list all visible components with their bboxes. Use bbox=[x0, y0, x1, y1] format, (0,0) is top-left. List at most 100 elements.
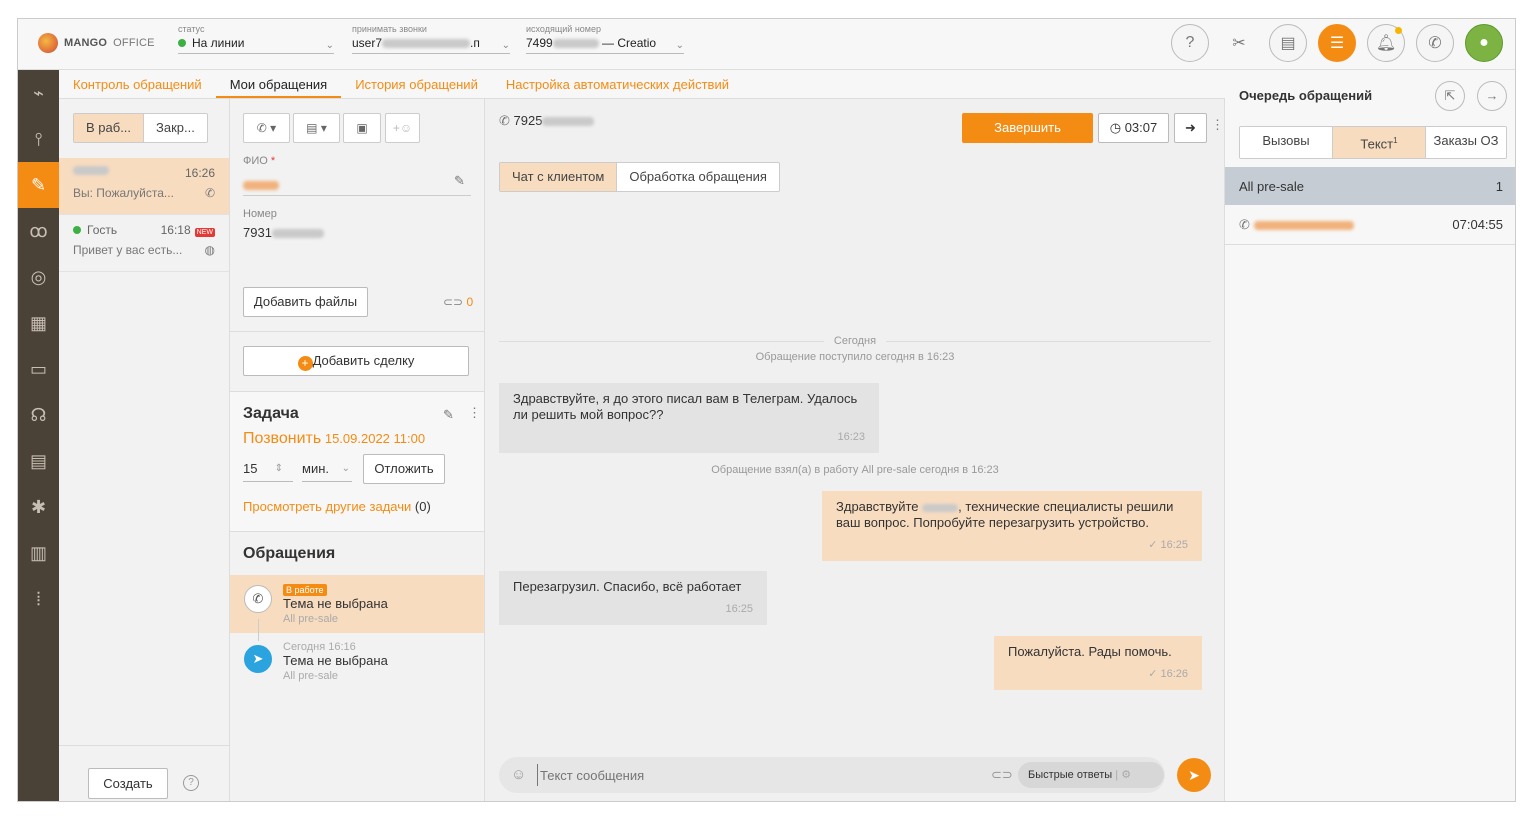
filter-closed[interactable]: Закр... bbox=[144, 114, 207, 142]
scissors-icon[interactable]: ✂ bbox=[1220, 24, 1258, 62]
tab-history[interactable]: История обращений bbox=[341, 70, 492, 98]
call-menu-button[interactable]: ✆ ▾ bbox=[243, 113, 290, 143]
more-vertical-icon[interactable]: ⋮ bbox=[1211, 117, 1224, 133]
tab-processing[interactable]: Обработка обращения bbox=[617, 163, 779, 191]
contacts-icon[interactable]: ꝏ bbox=[18, 208, 59, 254]
help-icon[interactable]: ? bbox=[183, 775, 199, 791]
send-button[interactable]: ➤ bbox=[1177, 758, 1211, 792]
tab-orders[interactable]: Заказы ОЗ bbox=[1426, 127, 1506, 159]
phone-icon[interactable]: ✆ bbox=[1416, 24, 1454, 62]
briefcase-icon[interactable]: ▭ bbox=[18, 346, 59, 392]
system-message: Обращение поступило сегодня в 16:23 bbox=[755, 351, 955, 363]
add-deal-button[interactable]: + Добавить сделку bbox=[243, 346, 469, 376]
bell-icon[interactable]: 🔔︎ bbox=[1367, 24, 1405, 62]
clipboard-icon[interactable]: ▤ bbox=[1269, 24, 1307, 62]
chat-icon[interactable]: ✎ bbox=[18, 162, 59, 208]
emoji-icon[interactable]: ☺ bbox=[511, 766, 526, 783]
clock-icon: ◷ bbox=[1109, 120, 1122, 135]
analytics-icon[interactable]: ⌁ bbox=[18, 70, 59, 116]
broadcast-icon[interactable]: ◎ bbox=[18, 254, 59, 300]
new-badge: NEW bbox=[194, 228, 215, 237]
outgoing-number-select[interactable]: исходящий номер 7499 — Creatio ⌄ bbox=[526, 24, 684, 54]
add-user-icon[interactable]: +☺ bbox=[385, 113, 420, 143]
left-nav-rail: ⌁ ⫯ ✎ ꝏ ◎ ▦ ▭ ☊ ▤ ✱ ▥ ⦙ bbox=[18, 70, 59, 801]
help-icon[interactable]: ? bbox=[1171, 24, 1209, 62]
add-files-button[interactable]: Добавить файлы bbox=[243, 287, 368, 317]
user-avatar-icon[interactable]: ● bbox=[1465, 24, 1503, 62]
tab-calls[interactable]: Вызовы bbox=[1240, 127, 1333, 159]
list-item[interactable]: Гость 16:18 NEW Привет у вас есть... ◍ bbox=[59, 215, 229, 272]
main-tabs: Контроль обращений Мои обращения История… bbox=[59, 70, 1225, 99]
message-composer: ☺ ⊂⊃ Быстрые ответы | ⚙ bbox=[499, 757, 1165, 793]
pencil-icon[interactable]: ✎ bbox=[454, 173, 465, 189]
octopus-icon[interactable]: ✱ bbox=[18, 484, 59, 530]
conv-time: 16:18 bbox=[160, 223, 191, 237]
filter-in-work[interactable]: В раб... bbox=[74, 114, 145, 142]
tab-chat-client[interactable]: Чат с клиентом bbox=[500, 163, 618, 191]
appeal-item[interactable]: ➤ Сегодня 16:16 Тема не выбрана All pre-… bbox=[230, 635, 484, 693]
chevron-down-icon: ⌄ bbox=[325, 40, 334, 51]
conv-preview: Привет у вас есть... bbox=[73, 243, 183, 257]
tab-control[interactable]: Контроль обращений bbox=[59, 70, 216, 98]
support-icon[interactable]: ☊ bbox=[18, 392, 59, 438]
message-menu-button[interactable]: ▤ ▾ bbox=[293, 113, 340, 143]
tab-my-appeals[interactable]: Мои обращения bbox=[215, 70, 342, 98]
queue-icon[interactable]: ☰ bbox=[1318, 24, 1356, 62]
message-incoming: Здравствуйте, я до этого писал вам в Тел… bbox=[499, 383, 879, 453]
queue-item[interactable]: ✆ 07:04:55 bbox=[1225, 205, 1515, 245]
appeal-group: All pre-sale bbox=[283, 613, 339, 625]
more-vertical-icon[interactable]: ⋮ bbox=[468, 405, 481, 421]
pencil-icon[interactable]: ✎ bbox=[443, 407, 454, 423]
mango-logo-icon bbox=[38, 33, 58, 53]
delay-unit-select[interactable]: мин. ⌄ bbox=[302, 455, 352, 482]
header-actions: ? ✂ ▤ ☰ 🔔︎ ✆ ● bbox=[1171, 24, 1503, 62]
queue-title: Очередь обращений bbox=[1239, 88, 1373, 103]
attach-icon[interactable]: ⊂⊃ bbox=[991, 767, 1013, 783]
appeal-item[interactable]: ✆ В работе Тема не выбрана All pre-sale bbox=[230, 575, 484, 633]
timer-button[interactable]: ◷ 03:07 bbox=[1098, 113, 1169, 143]
quick-answers-button[interactable]: Быстрые ответы | ⚙ bbox=[1018, 762, 1164, 788]
arrow-right-icon[interactable]: → bbox=[1477, 81, 1507, 111]
delay-value-stepper[interactable]: 15 ⇕ bbox=[243, 455, 293, 482]
queue-group-count: 1 bbox=[1495, 178, 1503, 194]
task-action: Позвонить 15.09.2022 11:00 bbox=[243, 430, 426, 447]
top-bar: MANGO OFFICE статус На линии ⌄ принимать… bbox=[18, 19, 1515, 70]
chevron-down-icon: ⌄ bbox=[675, 40, 684, 51]
forward-button[interactable]: ➜ bbox=[1174, 113, 1207, 143]
telegram-icon: ➤ bbox=[244, 645, 272, 673]
postpone-button[interactable]: Отложить bbox=[363, 454, 445, 484]
in-work-badge: В работе bbox=[283, 584, 327, 596]
message-input[interactable] bbox=[537, 764, 957, 786]
queue-tabs: Вызовы Текст1 Заказы ОЗ bbox=[1239, 126, 1507, 160]
chart-icon[interactable]: ⫯ bbox=[18, 116, 59, 162]
phone-value[interactable]: 7931 bbox=[243, 225, 324, 240]
contact-name-masked bbox=[73, 166, 109, 175]
outgoing-prefix: 7499 bbox=[526, 36, 553, 50]
finish-button[interactable]: Завершить bbox=[962, 113, 1093, 143]
list-item[interactable]: 16:26 Вы: Пожалуйста... ✆ bbox=[59, 158, 229, 215]
audio-icon[interactable]: ⦙ bbox=[18, 576, 59, 622]
create-button[interactable]: Создать bbox=[88, 768, 168, 799]
outgoing-masked bbox=[552, 39, 599, 49]
tab-text[interactable]: Текст1 bbox=[1333, 127, 1426, 159]
external-link-icon[interactable]: ⇱ bbox=[1435, 81, 1465, 111]
status-filter: В раб... Закр... bbox=[73, 113, 208, 143]
chevron-down-icon: ⌄ bbox=[501, 40, 510, 51]
whatsapp-icon: ✆ bbox=[1239, 216, 1250, 232]
tasks-icon[interactable]: ▦ bbox=[18, 300, 59, 346]
other-tasks-link[interactable]: Просмотреть другие задачи (0) bbox=[243, 499, 431, 514]
queue-group[interactable]: All pre-sale 1 bbox=[1225, 167, 1515, 205]
stats-icon[interactable]: ▥ bbox=[18, 530, 59, 576]
status-select[interactable]: статус На линии ⌄ bbox=[178, 24, 334, 54]
conv-time: 16:26 bbox=[184, 166, 215, 180]
logo-brand: MANGO bbox=[64, 37, 108, 49]
image-button[interactable]: ▣ bbox=[343, 113, 381, 143]
tab-automation[interactable]: Настройка автоматических действий bbox=[492, 70, 743, 98]
accept-value-suffix: .п bbox=[470, 36, 480, 50]
task-title: Задача bbox=[243, 405, 299, 422]
accept-calls-select[interactable]: принимать звонки user7 .п ⌄ bbox=[352, 24, 510, 54]
appeal-date: Сегодня 16:16 bbox=[283, 641, 356, 653]
whatsapp-icon: ✆ bbox=[244, 585, 272, 613]
documents-icon[interactable]: ▤ bbox=[18, 438, 59, 484]
online-dot-icon bbox=[73, 226, 81, 234]
